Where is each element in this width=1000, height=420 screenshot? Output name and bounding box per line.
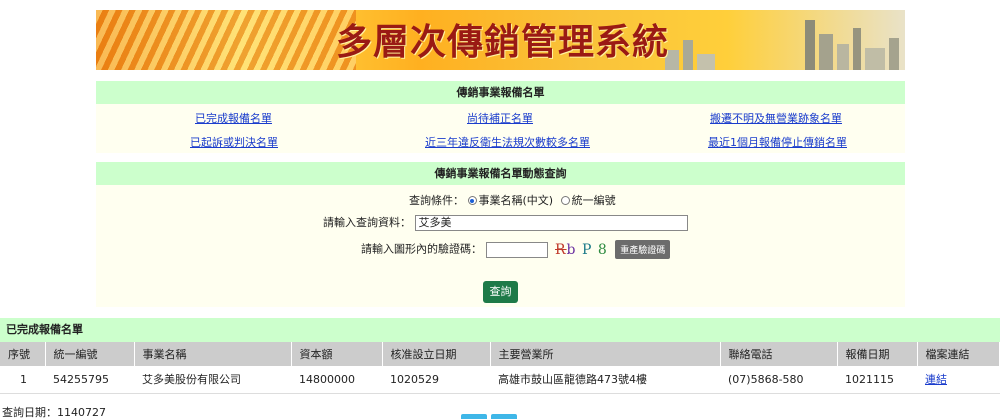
registry-panel: 傳銷事業報備名單 已完成報備名單 尚待補正名單 搬遷不明及無營業跡象名單 已起訴… xyxy=(96,81,905,153)
radio-tax-id-label: 統一編號 xyxy=(571,194,616,207)
cell-main-office: 高雄市鼓山區龍德路473號4樓 xyxy=(490,366,720,394)
submit-query-button[interactable]: 查詢 xyxy=(483,281,518,303)
registry-panel-title: 傳銷事業報備名單 xyxy=(96,81,905,104)
col-main-office: 主要營業所 xyxy=(490,342,721,366)
cell-phone: (07)5868-580 xyxy=(720,366,837,394)
header-banner: 多層次傳銷管理系統 xyxy=(96,10,905,70)
table-row: 1 54255795 艾多美股份有限公司 14800000 1020529 高雄… xyxy=(0,366,1000,394)
refresh-captcha-button[interactable]: 重產驗證碼 xyxy=(615,240,671,259)
link-relocated-unknown-list[interactable]: 搬遷不明及無營業跡象名單 xyxy=(710,110,842,126)
link-health-violation-list[interactable]: 近三年違反衛生法規次數較多名單 xyxy=(425,134,590,150)
link-completed-list[interactable]: 已完成報備名單 xyxy=(195,110,272,126)
col-file-link: 檔案連結 xyxy=(917,342,1000,366)
captcha-row: 請輸入圖形內的驗證碼： Rb P 8 重產驗證碼 xyxy=(361,240,671,259)
query-date: 查詢日期：1140727 xyxy=(2,406,106,419)
link-stopped-list[interactable]: 最近1個月報備停止傳銷名單 xyxy=(708,134,847,150)
col-seq: 序號 xyxy=(0,342,46,366)
link-prosecuted-list[interactable]: 已起訴或判決名單 xyxy=(190,134,278,150)
captcha-label: 請輸入圖形內的驗證碼： xyxy=(361,242,482,256)
query-input-label: 請輸入查詢資料： xyxy=(323,216,411,229)
captcha-image: Rb P 8 xyxy=(555,241,608,258)
file-link[interactable]: 連結 xyxy=(925,373,947,386)
condition-row: 查詢條件： 事業名稱(中文) 統一編號 xyxy=(409,192,616,208)
col-tax-id: 統一編號 xyxy=(45,342,135,366)
bottom-button-hint-2[interactable] xyxy=(491,414,517,419)
radio-company-name[interactable] xyxy=(467,196,477,205)
bottom-button-hint-1[interactable] xyxy=(461,414,487,419)
link-pending-correction-list[interactable]: 尚待補正名單 xyxy=(467,110,533,126)
radio-tax-id[interactable] xyxy=(560,196,570,205)
condition-label: 查詢條件： xyxy=(409,194,464,207)
query-input[interactable]: 艾多美 xyxy=(414,215,688,231)
cell-seq: 1 xyxy=(0,366,45,394)
results-table: 序號 統一編號 事業名稱 資本額 核准設立日期 主要營業所 聯絡電話 報備日期 … xyxy=(0,342,1000,394)
cell-company-name: 艾多美股份有限公司 xyxy=(134,366,291,394)
cell-approval-date: 1020529 xyxy=(382,366,490,394)
registry-links: 已完成報備名單 尚待補正名單 搬遷不明及無營業跡象名單 已起訴或判決名單 近三年… xyxy=(96,104,905,153)
cell-report-date: 1021115 xyxy=(837,366,917,394)
query-panel: 傳銷事業報備名單動態查詢 查詢條件： 事業名稱(中文) 統一編號 請輸入查詢資料… xyxy=(96,162,905,307)
input-row: 請輸入查詢資料： 艾多美 xyxy=(323,214,688,231)
city-skyline-image xyxy=(665,20,899,70)
cell-file-link: 連結 xyxy=(917,366,1000,394)
query-panel-title: 傳銷事業報備名單動態查詢 xyxy=(96,162,905,185)
cell-capital: 14800000 xyxy=(291,366,382,394)
results-title: 已完成報備名單 xyxy=(0,318,1000,342)
captcha-input[interactable] xyxy=(485,241,548,258)
col-approval-date: 核准設立日期 xyxy=(382,342,491,366)
col-company-name: 事業名稱 xyxy=(134,342,292,366)
col-capital: 資本額 xyxy=(291,342,383,366)
col-phone: 聯絡電話 xyxy=(720,342,838,366)
col-report-date: 報備日期 xyxy=(837,342,918,366)
results-header-row: 序號 統一編號 事業名稱 資本額 核准設立日期 主要營業所 聯絡電話 報備日期 … xyxy=(0,342,1000,366)
system-title: 多層次傳銷管理系統 xyxy=(336,21,670,63)
cell-tax-id: 54255795 xyxy=(45,366,134,394)
banner-decoration xyxy=(96,10,356,70)
radio-company-name-label: 事業名稱(中文) xyxy=(478,194,554,207)
